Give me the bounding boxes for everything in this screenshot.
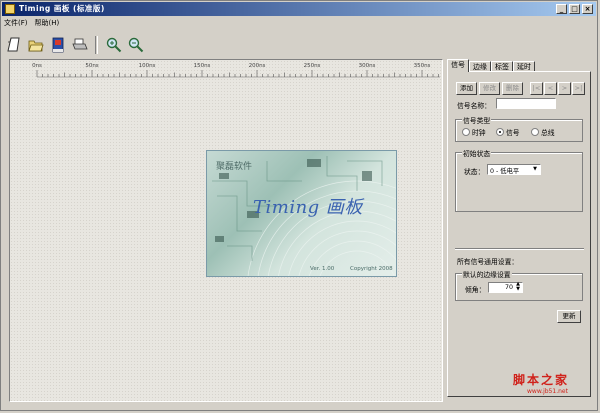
print-icon	[71, 38, 88, 50]
modify-button[interactable]: 修改	[479, 82, 500, 95]
radio-signal-label: 信号	[506, 129, 520, 137]
print-button[interactable]	[70, 36, 89, 55]
open-folder-icon	[27, 40, 44, 52]
zoom-in-button[interactable]	[104, 36, 123, 55]
zoom-out-button[interactable]	[126, 36, 145, 55]
spinner-arrows-icon[interactable]: ▲ ▼	[516, 282, 520, 292]
divider	[455, 248, 584, 250]
app-window: Timing 画板 (标准版) _ □ × 文件(F) 帮助(H) 0ns 50…	[0, 0, 598, 411]
radio-bus-label: 总线	[541, 129, 555, 137]
ruler-ticks	[36, 70, 440, 78]
signal-tab-body: 添加 修改 删除 |< < > >| 信号名称： 信号类型 时钟 信号 总线 初…	[447, 71, 591, 397]
state-select-value: 0 - 低电平	[490, 168, 520, 175]
radio-signal[interactable]	[496, 128, 504, 136]
first-button[interactable]: |<	[530, 82, 543, 95]
common-settings-label: 所有信号通用设置：	[457, 258, 519, 266]
open-button[interactable]	[26, 36, 45, 55]
signal-type-title: 信号类型	[462, 115, 492, 125]
splash-copyright: Copyright 2008	[350, 266, 393, 272]
menu-file[interactable]: 文件(F)	[4, 17, 28, 29]
initial-state-group: 初始状态 状态： 0 - 低电平 ▼	[455, 148, 583, 212]
signal-name-label: 信号名称：	[457, 102, 491, 110]
properties-panel: 信号 边缘 标签 延时 添加 修改 删除 |< < > >| 信号名称： 信号类…	[447, 59, 593, 404]
initial-state-title: 初始状态	[462, 148, 492, 158]
splash-version: Ver. 1.00	[310, 266, 335, 272]
new-button[interactable]	[4, 36, 23, 55]
radio-clock-label: 时钟	[472, 129, 486, 137]
signal-type-group: 信号类型 时钟 信号 总线	[455, 115, 583, 142]
slope-spinner[interactable]: 70 ▲ ▼	[488, 282, 523, 293]
close-button[interactable]: ×	[582, 4, 593, 14]
default-edge-group: 默认的边缘设置 倾角： 70 ▲ ▼	[455, 269, 583, 301]
radio-clock[interactable]	[462, 128, 470, 136]
app-icon	[5, 4, 15, 14]
update-button[interactable]: 更新	[557, 310, 581, 323]
toolbar	[4, 32, 594, 58]
toolbar-separator	[95, 36, 98, 54]
new-file-icon	[6, 37, 20, 52]
state-label: 状态：	[464, 168, 485, 176]
add-button[interactable]: 添加	[456, 82, 477, 95]
splash-product: Timing 画板	[253, 197, 363, 218]
save-book-icon	[52, 37, 63, 53]
watermark: 脚本之家 www.jb51.net	[513, 371, 569, 395]
slope-value: 70	[505, 284, 514, 291]
zoom-in-icon	[106, 37, 121, 53]
time-ruler: 0ns 50ns 100ns 150ns 200ns 250ns 300ns 3…	[10, 60, 442, 79]
zoom-out-icon	[128, 37, 143, 53]
minimize-button[interactable]: _	[556, 4, 567, 14]
menu-help[interactable]: 帮助(H)	[35, 17, 60, 29]
radio-bus[interactable]	[531, 128, 539, 136]
watermark-url: www.jb51.net	[527, 388, 568, 395]
timing-canvas[interactable]: 0ns 50ns 100ns 150ns 200ns 250ns 300ns 3…	[9, 59, 443, 402]
menu-bar: 文件(F) 帮助(H)	[4, 17, 59, 29]
delete-button[interactable]: 删除	[502, 82, 523, 95]
watermark-logo: 脚本之家	[513, 373, 570, 387]
state-select[interactable]: 0 - 低电平 ▼	[487, 164, 541, 175]
prev-button[interactable]: <	[544, 82, 557, 95]
splash-company: 聚磊软件	[216, 162, 253, 172]
default-edge-title: 默认的边缘设置	[462, 269, 512, 279]
save-button[interactable]	[48, 36, 67, 55]
chevron-down-icon: ▼	[533, 166, 537, 172]
tab-signal[interactable]: 信号	[447, 59, 469, 72]
maximize-button[interactable]: □	[569, 4, 580, 14]
window-title: Timing 画板 (标准版)	[19, 4, 105, 13]
slope-label: 倾角：	[465, 286, 486, 294]
splash-image: 聚磊软件 Timing 画板 Ver. 1.00 Copyright 2008	[206, 150, 397, 277]
last-button[interactable]: >|	[572, 82, 585, 95]
next-button[interactable]: >	[558, 82, 571, 95]
signal-name-input[interactable]	[496, 98, 556, 109]
title-bar[interactable]: Timing 画板 (标准版) _ □ ×	[2, 2, 596, 16]
